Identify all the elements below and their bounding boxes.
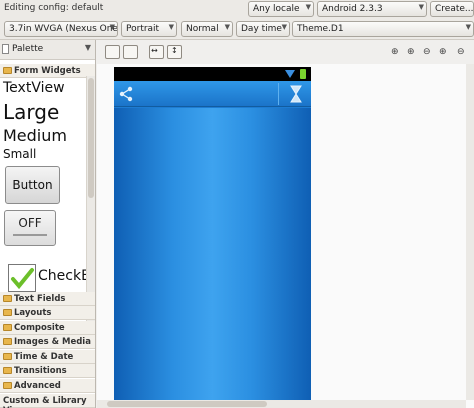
canvas-vertical-scrollbar[interactable]	[466, 64, 474, 400]
android-version-select[interactable]: Android 2.3.3 ▼	[317, 1, 427, 17]
checkmark-icon	[11, 268, 34, 290]
list-view-icon[interactable]	[123, 45, 138, 59]
palette-title: Palette	[12, 44, 44, 54]
toggle-indicator	[13, 234, 47, 236]
folder-icon	[3, 367, 12, 374]
folder-open-icon	[3, 67, 12, 74]
orientation-select[interactable]: Portrait ▼	[121, 21, 177, 37]
night-mode-select[interactable]: Day time ▼	[236, 21, 290, 37]
action-bar-divider	[278, 83, 279, 105]
widget-large-text[interactable]: Large	[3, 100, 59, 124]
folder-icon	[3, 324, 12, 331]
hourglass-icon[interactable]	[290, 85, 302, 103]
chevron-down-icon: ▼	[281, 23, 287, 31]
folder-icon	[3, 338, 12, 345]
chevron-down-icon: ▼	[109, 23, 115, 31]
widget-medium-text[interactable]: Medium	[3, 126, 67, 145]
dock-mode-select[interactable]: Normal ▼	[181, 21, 233, 37]
palette-icon	[2, 44, 9, 54]
folder-icon	[3, 353, 12, 360]
create-button[interactable]: Create...	[430, 1, 474, 17]
widget-checkbox[interactable]	[8, 264, 36, 292]
palette-header[interactable]: Palette ▼	[0, 40, 95, 60]
zoom-in-icon[interactable]: ⊕	[407, 47, 415, 57]
chevron-down-icon: ▼	[418, 3, 424, 11]
action-bar	[114, 81, 311, 107]
widget-button[interactable]: Button	[5, 166, 60, 204]
chevron-down-icon[interactable]: ▼	[85, 43, 91, 52]
chevron-down-icon: ▼	[224, 23, 230, 31]
category-text-fields[interactable]: Text Fields	[0, 292, 95, 306]
zoom-reset-icon[interactable]: ⊕	[391, 47, 399, 57]
widget-toggle-button[interactable]: OFF	[4, 210, 56, 246]
category-advanced[interactable]: Advanced	[0, 379, 95, 393]
zoom-fit-icon[interactable]: ⊖	[457, 47, 465, 57]
wifi-icon	[285, 70, 295, 78]
category-form-widgets[interactable]: Form Widgets	[0, 64, 95, 78]
folder-icon	[3, 309, 12, 316]
palette-panel: Palette ▼ Form Widgets TextView Large Me…	[0, 40, 96, 408]
fill-width-icon[interactable]: ↔	[149, 45, 164, 59]
device-select[interactable]: 3.7in WVGA (Nexus One) ▼	[4, 21, 118, 37]
chevron-down-icon: ▼	[168, 23, 174, 31]
category-images-media[interactable]: Images & Media	[0, 335, 95, 349]
editing-config-label: Editing config: default	[4, 3, 104, 13]
config-toolbar: Editing config: default Any locale ▼ Andr…	[0, 0, 474, 18]
folder-icon	[3, 382, 12, 389]
zoom-actual-icon[interactable]: ⊕	[439, 47, 447, 57]
chevron-down-icon: ▼	[465, 23, 471, 31]
locale-select[interactable]: Any locale ▼	[248, 1, 314, 17]
layout-view-icon[interactable]	[105, 45, 120, 59]
category-custom-views[interactable]: Custom & Library Views	[0, 394, 95, 408]
category-composite[interactable]: Composite	[0, 321, 95, 335]
device-toolbar: 3.7in WVGA (Nexus One) ▼ Portrait ▼ Normal…	[0, 18, 474, 40]
category-layouts[interactable]: Layouts	[0, 306, 95, 320]
canvas-toolbar: ↔ ↕ ⊕ ⊕ ⊖ ⊕ ⊖	[97, 40, 474, 64]
status-bar	[114, 67, 311, 81]
canvas-horizontal-scrollbar[interactable]	[97, 400, 466, 408]
category-time-date[interactable]: Time & Date	[0, 350, 95, 364]
share-icon[interactable]	[118, 86, 134, 102]
battery-icon	[300, 69, 306, 79]
palette-scrollbar[interactable]	[86, 76, 95, 326]
fill-height-icon[interactable]: ↕	[167, 45, 182, 59]
widget-textview[interactable]: TextView	[3, 80, 65, 96]
category-transitions[interactable]: Transitions	[0, 364, 95, 378]
zoom-out-icon[interactable]: ⊖	[423, 47, 431, 57]
chevron-down-icon: ▼	[305, 3, 311, 11]
theme-select[interactable]: Theme.D1 ▼	[292, 21, 474, 37]
widget-small-text[interactable]: Small	[3, 147, 36, 161]
screen-content[interactable]	[114, 108, 311, 400]
device-preview[interactable]	[114, 67, 311, 400]
folder-icon	[3, 295, 12, 302]
